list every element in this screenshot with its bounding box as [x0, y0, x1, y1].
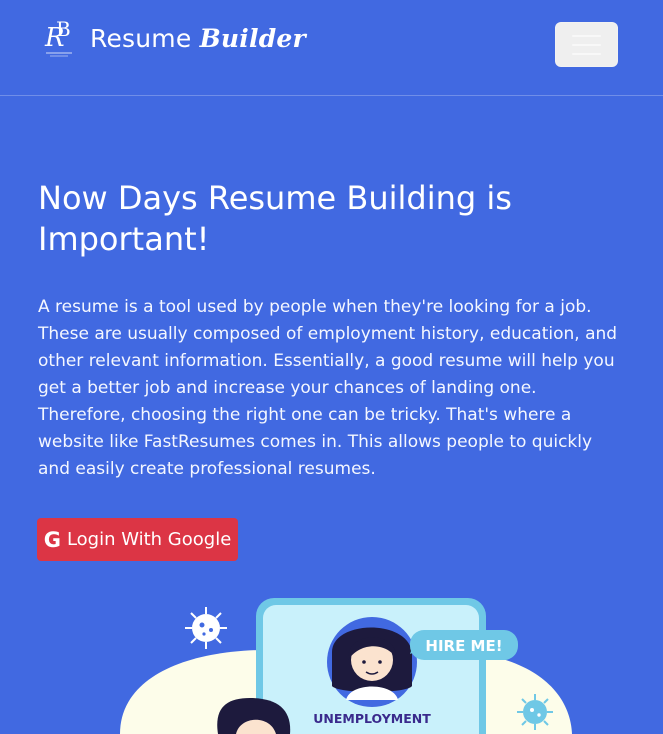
navbar-toggle-button[interactable] — [555, 22, 618, 67]
hero-description: A resume is a tool used by people when t… — [38, 297, 618, 479]
hero-illustration: HIRE ME! UNEMPLOYMENT — [120, 598, 572, 734]
brand-link[interactable]: R B Resume Builder — [42, 16, 306, 60]
hamburger-menu-icon — [572, 34, 601, 37]
unemployment-label: UNEMPLOYMENT — [313, 711, 431, 726]
brand-name: Resume Builder — [90, 24, 306, 53]
brand-logo: R B — [44, 17, 72, 57]
brand-name-stylized: Builder — [199, 23, 306, 53]
hire-me-badge: HIRE ME! — [410, 630, 518, 660]
virus-icon — [517, 694, 553, 730]
brand-name-plain: Resume — [90, 23, 200, 53]
svg-text:B: B — [56, 17, 71, 41]
login-button-label: Login With Google — [66, 529, 232, 550]
hamburger-menu-icon-bar — [572, 43, 601, 46]
virus-icon — [185, 607, 227, 649]
hamburger-menu-icon-bar — [572, 52, 601, 55]
hire-me-text: HIRE ME! — [425, 637, 502, 655]
login-with-google-button[interactable]: G Login With Google — [37, 518, 238, 561]
hero-title: Now Days Resume Building is Important! — [38, 179, 512, 258]
google-icon: G — [43, 527, 61, 552]
navbar: R B Resume Builder — [0, 0, 663, 96]
avatar-icon — [327, 617, 417, 707]
